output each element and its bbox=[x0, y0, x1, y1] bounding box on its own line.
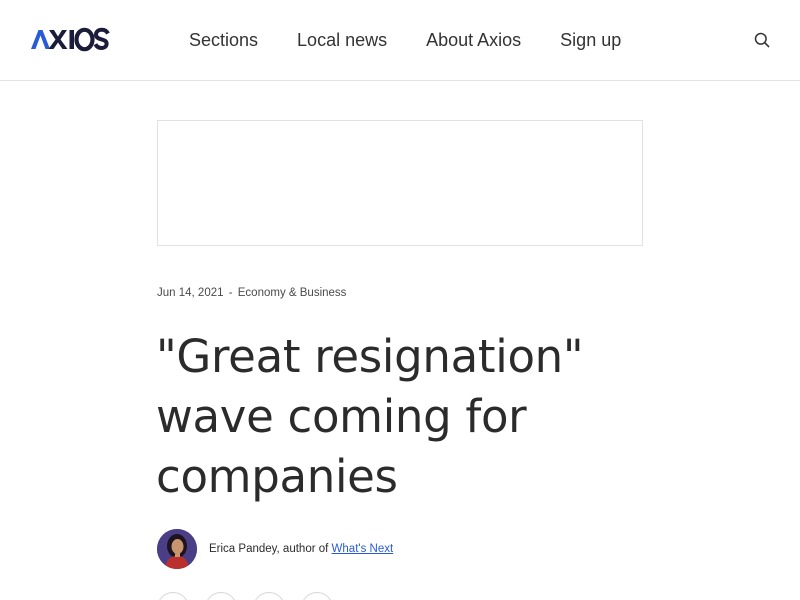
article-date: Jun 14, 2021 bbox=[157, 287, 224, 299]
meta-separator: - bbox=[228, 287, 233, 299]
axios-logo-mark bbox=[31, 27, 110, 52]
axios-logo[interactable] bbox=[30, 27, 110, 53]
byline: Erica Pandey, author of What's Next bbox=[157, 529, 393, 569]
ad-placeholder bbox=[157, 120, 643, 246]
search-button[interactable] bbox=[751, 29, 773, 51]
nav-sections[interactable]: Sections bbox=[189, 30, 258, 51]
author-photo bbox=[157, 529, 197, 569]
share-button-3[interactable] bbox=[253, 592, 285, 600]
nav-local-news[interactable]: Local news bbox=[297, 30, 387, 51]
share-buttons bbox=[157, 592, 333, 600]
search-icon bbox=[754, 32, 770, 48]
nav-about-axios[interactable]: About Axios bbox=[426, 30, 521, 51]
share-button-1[interactable] bbox=[157, 592, 189, 600]
main-nav: Sections Local news About Axios Sign up bbox=[189, 0, 621, 80]
site-header: Sections Local news About Axios Sign up bbox=[0, 0, 800, 81]
author-name: Erica Pandey, author of bbox=[209, 543, 329, 555]
author-avatar[interactable] bbox=[157, 529, 197, 569]
author-newsletter-link[interactable]: What's Next bbox=[332, 543, 394, 555]
article-category[interactable]: Economy & Business bbox=[238, 287, 347, 299]
nav-sign-up[interactable]: Sign up bbox=[560, 30, 621, 51]
article-meta: Jun 14, 2021 - Economy & Business bbox=[157, 287, 346, 299]
byline-text: Erica Pandey, author of What's Next bbox=[209, 543, 393, 555]
share-button-2[interactable] bbox=[205, 592, 237, 600]
share-button-4[interactable] bbox=[301, 592, 333, 600]
article-headline: "Great resignation" wave coming for comp… bbox=[156, 330, 584, 503]
